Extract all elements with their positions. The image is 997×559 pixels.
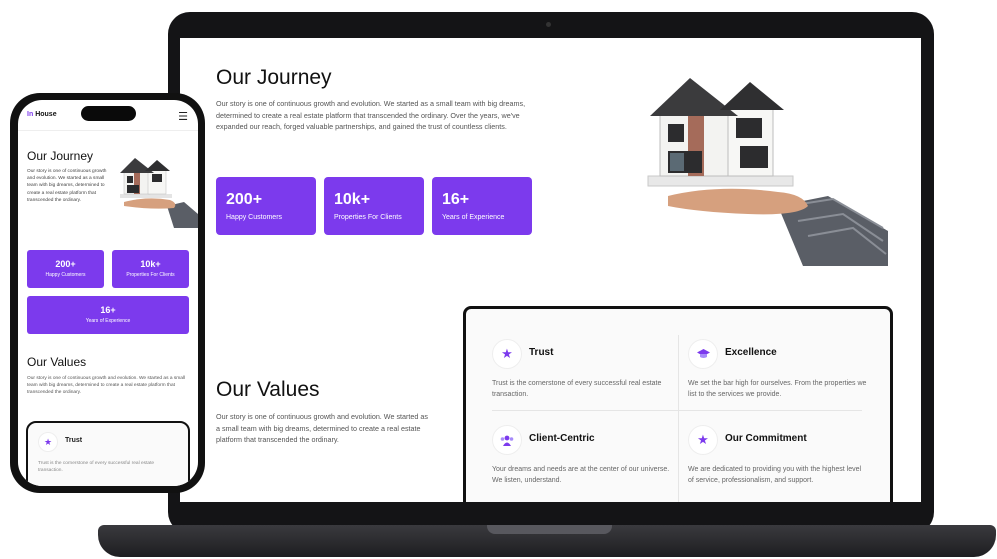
journey-title: Our Journey bbox=[216, 66, 332, 89]
stat-value: 16+ bbox=[100, 305, 116, 315]
values-card: ★ Trust Trust is the cornerstone of ever… bbox=[463, 306, 893, 502]
phone-screen: In House ☰ Our Journey Our story is one … bbox=[18, 100, 198, 486]
stat-label: Happy Customers bbox=[45, 272, 86, 278]
values-title: Our Values bbox=[27, 355, 87, 369]
brand-logo[interactable]: In House bbox=[27, 111, 57, 118]
value-name: Our Commitment bbox=[725, 433, 807, 444]
stat-card-customers: 200+ Happy Customers bbox=[27, 250, 104, 288]
laptop-camera bbox=[546, 22, 551, 27]
value-name: Trust bbox=[529, 347, 554, 358]
stat-label: Properties For Clients bbox=[334, 214, 402, 221]
stat-card-properties: 10k+ Properties For Clients bbox=[112, 250, 189, 288]
value-desc: Trust is the cornerstone of every succes… bbox=[492, 380, 662, 398]
star-icon: ★ bbox=[38, 432, 58, 452]
value-desc: We are dedicated to providing you with t… bbox=[688, 466, 862, 484]
house-in-hand-image bbox=[647, 78, 888, 266]
stat-label: Properties For Clients bbox=[126, 272, 175, 278]
star-icon: ★ bbox=[688, 425, 718, 455]
divider bbox=[678, 335, 679, 502]
value-name: Client-Centric bbox=[529, 433, 595, 444]
values-text: Our story is one of continuous growth an… bbox=[216, 412, 429, 444]
brand-suffix: House bbox=[35, 111, 57, 118]
value-desc: We set the bar high for ourselves. From … bbox=[688, 380, 867, 398]
users-icon bbox=[492, 425, 522, 455]
stat-value: 16+ bbox=[442, 191, 470, 208]
stat-value: 200+ bbox=[55, 259, 76, 269]
stat-value: 10k+ bbox=[140, 259, 161, 269]
journey-text: Our story is one of continuous growth an… bbox=[27, 169, 107, 203]
stat-label: Years of Experience bbox=[442, 214, 505, 221]
graduation-cap-icon bbox=[688, 339, 718, 369]
divider bbox=[492, 410, 862, 411]
values-title: Our Values bbox=[216, 378, 320, 401]
stat-label: Years of Experience bbox=[85, 318, 131, 324]
stat-card-customers: 200+ Happy Customers bbox=[216, 177, 316, 235]
journey-title: Our Journey bbox=[27, 149, 94, 163]
star-icon: ★ bbox=[492, 339, 522, 369]
value-name: Trust bbox=[65, 437, 83, 444]
house-in-hand-image bbox=[120, 158, 198, 228]
stat-card-experience: 16+ Years of Experience bbox=[432, 177, 532, 235]
stat-card-properties: 10k+ Properties For Clients bbox=[324, 177, 424, 235]
laptop-screen: Our Journey Our story is one of continuo… bbox=[180, 38, 921, 502]
value-name: Excellence bbox=[725, 347, 777, 358]
value-desc: Your dreams and needs are at the center … bbox=[492, 466, 670, 484]
stat-card-experience: 16+ Years of Experience bbox=[27, 296, 189, 334]
phone-dynamic-island bbox=[81, 106, 136, 121]
brand-prefix: In bbox=[27, 111, 34, 118]
value-card-trust: ★ Trust Trust is the cornerstone of ever… bbox=[26, 421, 190, 486]
journey-text: Our story is one of continuous growth an… bbox=[216, 99, 526, 131]
values-text: Our story is one of continuous growth an… bbox=[27, 376, 186, 396]
stat-label: Happy Customers bbox=[226, 214, 283, 221]
stat-value: 10k+ bbox=[334, 191, 371, 208]
divider bbox=[18, 130, 198, 131]
stat-value: 200+ bbox=[226, 191, 263, 208]
value-desc: Trust is the cornerstone of every succes… bbox=[38, 461, 155, 473]
hamburger-icon[interactable]: ☰ bbox=[178, 110, 188, 123]
laptop-trackpad-notch bbox=[487, 525, 612, 534]
